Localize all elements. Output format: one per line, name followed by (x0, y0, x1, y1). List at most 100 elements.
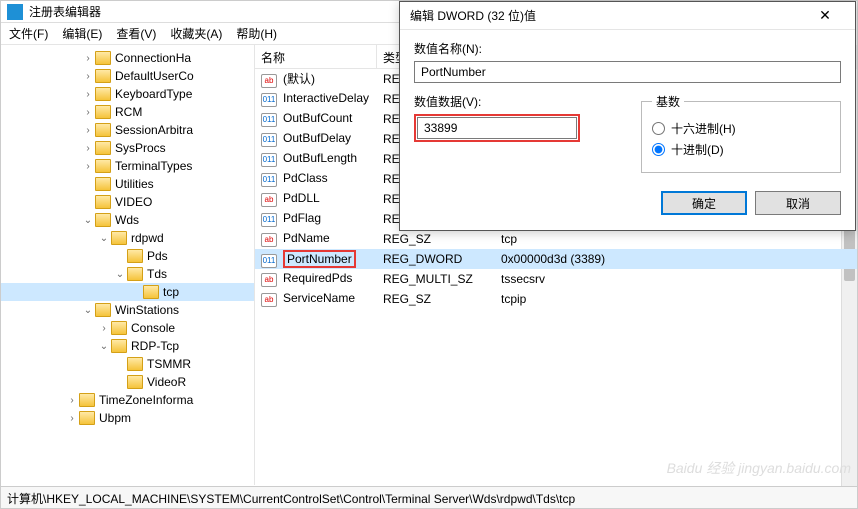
status-path: 计算机\HKEY_LOCAL_MACHINE\SYSTEM\CurrentCon… (7, 492, 575, 506)
expander-icon[interactable]: › (81, 89, 95, 100)
folder-icon (127, 375, 143, 389)
folder-icon (127, 267, 143, 281)
value-data-input[interactable] (417, 117, 577, 139)
expander-icon[interactable]: › (81, 107, 95, 118)
value-name: (默认) (283, 72, 315, 86)
tree-item-sysprocs[interactable]: › SysProcs (1, 139, 254, 157)
registry-tree[interactable]: › ConnectionHa › DefaultUserCo ›KeyboardType… (1, 45, 255, 485)
folder-icon (143, 285, 159, 299)
tree-item-videor[interactable]: VideoR (1, 373, 254, 391)
tree-item-terminaltypes[interactable]: › TerminalTypes (1, 157, 254, 175)
binary-icon: 011 (261, 173, 277, 187)
tree-item-tsmmr[interactable]: TSMMR (1, 355, 254, 373)
tree-label: Utilities (115, 177, 154, 191)
tree-item-sessionarbitra[interactable]: ›SessionArbitra (1, 121, 254, 139)
expander-icon[interactable]: › (81, 161, 95, 172)
tree-item-winstations[interactable]: ⌄ WinStations (1, 301, 254, 319)
expander-icon[interactable]: ⌄ (97, 233, 111, 244)
list-row[interactable]: abPdNameREG_SZtcp (255, 229, 857, 249)
menu-help[interactable]: 帮助(H) (236, 25, 277, 42)
expander-icon[interactable]: ⌄ (97, 341, 111, 352)
value-data: tcpip (495, 290, 857, 308)
folder-icon (127, 357, 143, 371)
tree-item-rdpwd[interactable]: ⌄rdpwd (1, 229, 254, 247)
dec-label: 十进制(D) (671, 141, 724, 158)
ok-button[interactable]: 确定 (661, 191, 747, 215)
tree-label: TerminalTypes (115, 159, 192, 173)
list-row[interactable]: abServiceNameREG_SZtcpip (255, 289, 857, 309)
tree-label: VIDEO (115, 195, 152, 209)
tree-label: SysProcs (115, 141, 166, 155)
string-icon: ab (261, 193, 277, 207)
tree-item-utilities[interactable]: Utilities (1, 175, 254, 193)
menu-file[interactable]: 文件(F) (9, 25, 48, 42)
expander-icon[interactable]: ⌄ (113, 269, 127, 280)
tree-label: WinStations (115, 303, 179, 317)
folder-icon (95, 159, 111, 173)
tree-item-rcm[interactable]: › RCM (1, 103, 254, 121)
binary-icon: 011 (261, 213, 277, 227)
value-data-highlight (414, 114, 580, 142)
tree-item-tds[interactable]: ⌄Tds (1, 265, 254, 283)
folder-icon (95, 51, 111, 65)
edit-dword-dialog: 编辑 DWORD (32 位)值 ✕ 数值名称(N): 数值数据(V): 基数 … (399, 1, 856, 231)
tree-item-rdp-tcp[interactable]: ⌄RDP-Tcp (1, 337, 254, 355)
header-name[interactable]: 名称 (255, 45, 377, 68)
expander-icon[interactable]: › (97, 323, 111, 334)
binary-icon: 011 (261, 133, 277, 147)
close-icon[interactable]: ✕ (805, 2, 845, 30)
folder-icon (111, 339, 127, 353)
folder-icon (95, 195, 111, 209)
value-name: OutBufLength (283, 151, 357, 165)
tree-item-tcp[interactable]: tcp (1, 283, 254, 301)
expander-icon[interactable]: ⌄ (81, 215, 95, 226)
expander-icon[interactable]: › (65, 413, 79, 424)
tree-label: DefaultUserCo (115, 69, 194, 83)
list-row[interactable]: abRequiredPdsREG_MULTI_SZtssecsrv (255, 269, 857, 289)
menu-edit[interactable]: 编辑(E) (62, 25, 102, 42)
tree-item-pds[interactable]: Pds (1, 247, 254, 265)
tree-label: TimeZoneInforma (99, 393, 193, 407)
menu-view[interactable]: 查看(V) (116, 25, 156, 42)
folder-icon (95, 123, 111, 137)
value-name: PdFlag (283, 211, 321, 225)
folder-icon (79, 411, 95, 425)
folder-icon (95, 303, 111, 317)
expander-icon[interactable]: ⌄ (81, 305, 95, 316)
expander-icon[interactable]: › (65, 395, 79, 406)
expander-icon[interactable]: › (81, 53, 95, 64)
tree-item-video[interactable]: VIDEO (1, 193, 254, 211)
hex-label: 十六进制(H) (671, 120, 736, 137)
tree-item-connectionha[interactable]: › ConnectionHa (1, 49, 254, 67)
cancel-button[interactable]: 取消 (755, 191, 841, 215)
string-icon: ab (261, 74, 277, 88)
tree-item-ubpm[interactable]: ›Ubpm (1, 409, 254, 427)
folder-icon (95, 87, 111, 101)
tree-label: RCM (115, 105, 142, 119)
folder-icon (95, 105, 111, 119)
expander-icon[interactable]: › (81, 143, 95, 154)
app-icon (7, 4, 23, 20)
value-name: PdClass (283, 171, 328, 185)
tree-item-wds[interactable]: ⌄Wds (1, 211, 254, 229)
value-data: tcp (495, 230, 857, 248)
hex-radio[interactable] (652, 122, 665, 135)
tree-item-timezoneinforma[interactable]: › TimeZoneInforma (1, 391, 254, 409)
expander-icon[interactable]: › (81, 125, 95, 136)
menu-favorites[interactable]: 收藏夹(A) (170, 25, 222, 42)
dec-radio[interactable] (652, 143, 665, 156)
list-row[interactable]: 011PortNumberREG_DWORD0x00000d3d (3389) (255, 249, 857, 269)
tree-item-keyboardtype[interactable]: ›KeyboardType (1, 85, 254, 103)
string-icon: ab (261, 233, 277, 247)
tree-item-defaultuserco[interactable]: › DefaultUserCo (1, 67, 254, 85)
binary-icon: 011 (261, 153, 277, 167)
binary-icon: 011 (261, 93, 277, 107)
tree-label: ConnectionHa (115, 51, 191, 65)
value-name-input[interactable] (414, 61, 841, 83)
dialog-titlebar: 编辑 DWORD (32 位)值 ✕ (400, 2, 855, 30)
tree-label: tcp (163, 285, 179, 299)
string-icon: ab (261, 293, 277, 307)
folder-icon (127, 249, 143, 263)
tree-item-console[interactable]: ›Console (1, 319, 254, 337)
expander-icon[interactable]: › (81, 71, 95, 82)
